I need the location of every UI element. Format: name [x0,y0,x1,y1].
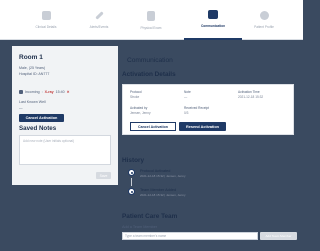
activation-details-title: Activation Details [122,71,176,78]
tab-communication[interactable]: Communication [184,0,242,40]
history-item-subtitle: 2021-12-18 15:32 | Jensen, Jenny [140,174,186,178]
document-icon [147,10,155,21]
save-note-button[interactable]: Save [96,172,111,179]
incoming-time: 15:40 [55,90,65,94]
saved-notes-title: Saved Notes [19,125,57,132]
tab-label: Alerts/Events [89,25,109,29]
room-panel: Room 1 Male, (25 Years) Hospital ID: AN7… [12,46,118,185]
history-item-title: Team Member Added [140,188,177,192]
incoming-icon [19,90,23,94]
room-title: Room 1 [19,54,43,61]
resend-activation-button[interactable]: Resend Activation [179,122,226,131]
tab-label: Communication [200,24,226,28]
tab-clinical-details[interactable]: Clinical Details [17,0,75,40]
incoming-status: Incoming: X-ray 15:40 ✕ [19,90,70,94]
last-known-well-value: — [19,106,23,110]
activated-by-value: Jensen, Jenny [130,111,151,115]
history-item-title: Protocol Activated [140,169,171,173]
page-title: Communication [127,57,173,64]
pen-icon [94,11,104,20]
last-known-well-label: Last Known Well [19,100,46,104]
close-icon[interactable]: ✕ [67,90,70,94]
hospital-id: Hospital ID: AN777 [19,72,50,76]
add-team-member-button[interactable]: Add Team Member [260,232,297,240]
incoming-value: X-ray [44,90,54,94]
protocol-value: Stroke [130,95,140,99]
tab-patient-profile[interactable]: Patient Profile [235,0,293,40]
tab-label: Clinical Details [35,25,57,29]
top-navigation: Clinical Details Alerts/Events Physical … [0,0,303,40]
history-item-subtitle: 2021-12-18 15:32 | Jensen, Jenny [140,193,186,197]
cancel-activation-button-main[interactable]: Cancel Activation [130,122,176,131]
add-team-member-label: Add a Team Member [122,225,158,229]
activated-by-label: Activated by [130,106,148,110]
protocol-label: Protocol [130,90,142,94]
activation-details-card: Protocol Stroke Note — Activation Time 2… [122,84,294,135]
notes-textarea[interactable]: Add new note (User initials optional) [19,135,111,165]
activation-time-label: Activation Time [238,90,260,94]
tab-label: Physical Exam [140,25,162,30]
history-title: History [122,157,145,164]
history-item-icon [128,169,135,176]
history-connector [131,178,132,186]
person-icon [259,11,269,20]
patient-care-team-title: Patient Care Team [122,213,178,220]
clipboard-icon [41,11,51,20]
tab-physical-exam[interactable]: Physical Exam [122,0,180,40]
chat-icon [208,10,218,19]
cancel-activation-button[interactable]: Cancel Activation [19,114,64,122]
received-receipt-value: 0/3 [184,111,189,115]
note-value: — [184,95,188,99]
team-member-input[interactable]: Type a team member's name [122,232,258,240]
tab-alerts-events[interactable]: Alerts/Events [70,0,128,40]
received-receipt-label: Received Receipt [184,106,209,110]
patient-demographics: Male, (25 Years) [19,66,46,70]
history-item-icon [128,188,135,195]
activation-time-value: 2021-12-18 15:32 [238,95,264,99]
tab-label: Patient Profile [254,25,274,29]
note-label: Note [184,90,191,94]
incoming-label: Incoming [25,90,40,94]
